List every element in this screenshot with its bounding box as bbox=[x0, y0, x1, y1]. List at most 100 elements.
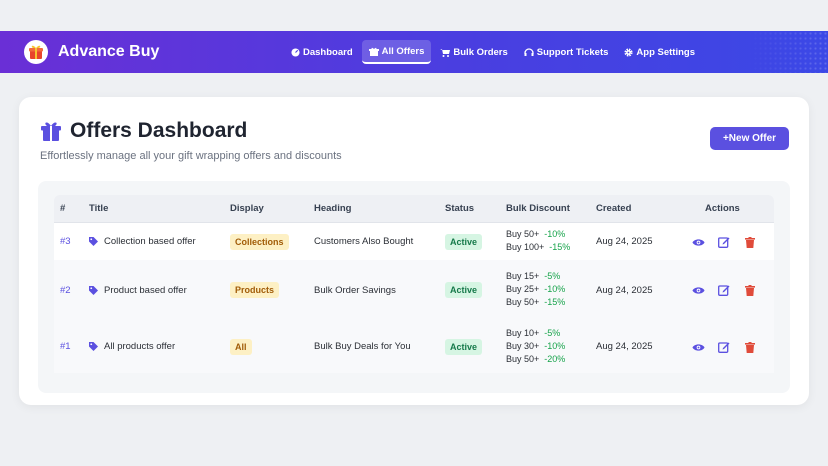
offers-table: # Title Display Heading Status Bulk Disc… bbox=[54, 195, 774, 373]
nav-item-support-tickets[interactable]: Support Tickets bbox=[517, 40, 616, 64]
tier-percent: -20% bbox=[544, 354, 566, 364]
nav-item-label: All Offers bbox=[381, 45, 425, 57]
edit-icon[interactable] bbox=[717, 235, 731, 249]
discount-tier: Buy 25+ -10% bbox=[506, 283, 565, 296]
row-actions bbox=[691, 340, 769, 354]
tier-percent: -10% bbox=[544, 284, 566, 294]
gift-icon bbox=[368, 47, 379, 56]
offer-heading: Bulk Buy Deals for You bbox=[314, 341, 411, 352]
tier-label: Buy 50+ bbox=[506, 229, 540, 239]
status-cell: Active bbox=[445, 223, 483, 260]
created-date: Aug 24, 2025 bbox=[596, 284, 653, 296]
nav-item-bulk-orders[interactable]: Bulk Orders bbox=[433, 40, 514, 64]
row-actions bbox=[691, 235, 769, 249]
offer-title-text: Collection based offer bbox=[104, 236, 196, 247]
tag-icon bbox=[89, 342, 98, 351]
page-subtitle: Effortlessly manage all your gift wrappi… bbox=[40, 150, 342, 162]
display-badge: All bbox=[230, 338, 252, 355]
edit-icon[interactable] bbox=[717, 283, 731, 297]
page-header: Offers Dashboard bbox=[40, 119, 247, 143]
column-header-bulk-discount: Bulk Discount bbox=[506, 203, 570, 214]
tier-label: Buy 50+ bbox=[506, 297, 540, 307]
tier-label: Buy 10+ bbox=[506, 328, 540, 338]
tag-icon bbox=[89, 285, 98, 295]
nav-item-dashboard[interactable]: Dashboard bbox=[284, 40, 360, 64]
display-cell: All bbox=[230, 320, 252, 373]
tier-percent: -15% bbox=[549, 242, 571, 252]
offers-card: Offers Dashboard Effortlessly manage all… bbox=[19, 97, 809, 405]
cart-icon bbox=[440, 48, 451, 57]
offer-heading: Customers Also Bought bbox=[314, 236, 414, 247]
discount-tier: Buy 50+ -15% bbox=[506, 296, 565, 309]
status-cell: Active bbox=[445, 260, 483, 320]
discount-tier: Buy 50+ -20% bbox=[506, 353, 565, 366]
table-header: # Title Display Heading Status Bulk Disc… bbox=[54, 195, 774, 223]
created-date: Aug 24, 2025 bbox=[596, 236, 653, 247]
delete-icon[interactable] bbox=[743, 340, 757, 354]
offer-heading: Bulk Order Savings bbox=[314, 284, 396, 296]
status-badge: Active bbox=[445, 233, 483, 250]
tier-percent: -5% bbox=[544, 271, 561, 281]
created-date: Aug 24, 2025 bbox=[596, 341, 653, 352]
status-badge: Active bbox=[445, 338, 483, 355]
tier-percent: -10% bbox=[544, 229, 566, 239]
edit-icon[interactable] bbox=[717, 340, 731, 354]
discount-tier: Buy 30+ -10% bbox=[506, 340, 565, 353]
tag-icon bbox=[89, 237, 98, 246]
gift-icon bbox=[41, 122, 61, 141]
delete-icon[interactable] bbox=[743, 283, 757, 297]
dashboard-icon bbox=[291, 47, 300, 57]
display-cell: Collections bbox=[230, 223, 289, 260]
new-offer-button[interactable]: +New Offer bbox=[710, 127, 789, 150]
nav-item-label: Bulk Orders bbox=[453, 46, 508, 58]
nav-item-label: App Settings bbox=[636, 46, 695, 58]
nav-item-label: Dashboard bbox=[303, 46, 353, 58]
delete-icon[interactable] bbox=[743, 235, 757, 249]
table-row: #2 Product based offer Products Bulk Ord… bbox=[54, 260, 774, 320]
offer-title: Collection based offer bbox=[89, 223, 196, 260]
table-row: #3 Collection based offer Collections Cu… bbox=[54, 223, 774, 260]
offer-id[interactable]: #3 bbox=[60, 223, 71, 260]
tier-label: Buy 25+ bbox=[506, 284, 540, 294]
view-icon[interactable] bbox=[691, 340, 705, 354]
bulk-discount-list: Buy 10+ -5% Buy 30+ -10% Buy 50+ -20% bbox=[506, 327, 565, 366]
column-header-status: Status bbox=[445, 203, 475, 214]
main-nav: Dashboard All Offers Bulk Orders Support… bbox=[284, 40, 704, 64]
offers-table-panel: # Title Display Heading Status Bulk Disc… bbox=[38, 181, 790, 393]
decorative-dot-pattern bbox=[748, 31, 828, 73]
column-header-number: # bbox=[60, 203, 66, 214]
gear-icon bbox=[624, 47, 633, 57]
page-title: Offers Dashboard bbox=[70, 119, 248, 142]
column-header-display: Display bbox=[230, 203, 264, 214]
discount-tier: Buy 10+ -5% bbox=[506, 327, 565, 340]
tier-label: Buy 50+ bbox=[506, 354, 540, 364]
brand[interactable]: Advance Buy bbox=[24, 40, 159, 64]
offer-title-text: Product based offer bbox=[104, 284, 187, 296]
gift-box-icon bbox=[24, 40, 48, 64]
table-row: #1 All products offer All Bulk Buy Deals… bbox=[54, 320, 774, 373]
nav-item-all-offers[interactable]: All Offers bbox=[361, 40, 432, 64]
tier-label: Buy 30+ bbox=[506, 341, 540, 351]
brand-name: Advance Buy bbox=[58, 43, 160, 60]
discount-tier: Buy 50+ -10% bbox=[506, 228, 570, 241]
tier-label: Buy 15+ bbox=[506, 271, 540, 281]
column-header-created: Created bbox=[596, 203, 632, 214]
tier-percent: -10% bbox=[544, 341, 566, 351]
column-header-title: Title bbox=[89, 203, 109, 214]
view-icon[interactable] bbox=[691, 283, 705, 297]
bulk-discount-list: Buy 15+ -5% Buy 25+ -10% Buy 50+ -15% bbox=[506, 270, 565, 309]
offer-title: All products offer bbox=[89, 320, 175, 373]
discount-tier: Buy 15+ -5% bbox=[506, 270, 565, 283]
nav-item-app-settings[interactable]: App Settings bbox=[617, 40, 702, 64]
display-cell: Products bbox=[230, 260, 280, 320]
top-navigation-bar: Advance Buy Dashboard All Offers Bulk Or… bbox=[0, 31, 828, 73]
tier-label: Buy 100+ bbox=[506, 242, 545, 252]
tier-percent: -15% bbox=[544, 297, 566, 307]
offer-title: Product based offer bbox=[89, 260, 187, 320]
offer-id[interactable]: #1 bbox=[60, 320, 71, 373]
display-badge: Products bbox=[230, 282, 280, 298]
view-icon[interactable] bbox=[691, 235, 705, 249]
row-actions bbox=[691, 283, 769, 297]
offer-id[interactable]: #2 bbox=[60, 260, 71, 320]
status-cell: Active bbox=[445, 320, 483, 373]
